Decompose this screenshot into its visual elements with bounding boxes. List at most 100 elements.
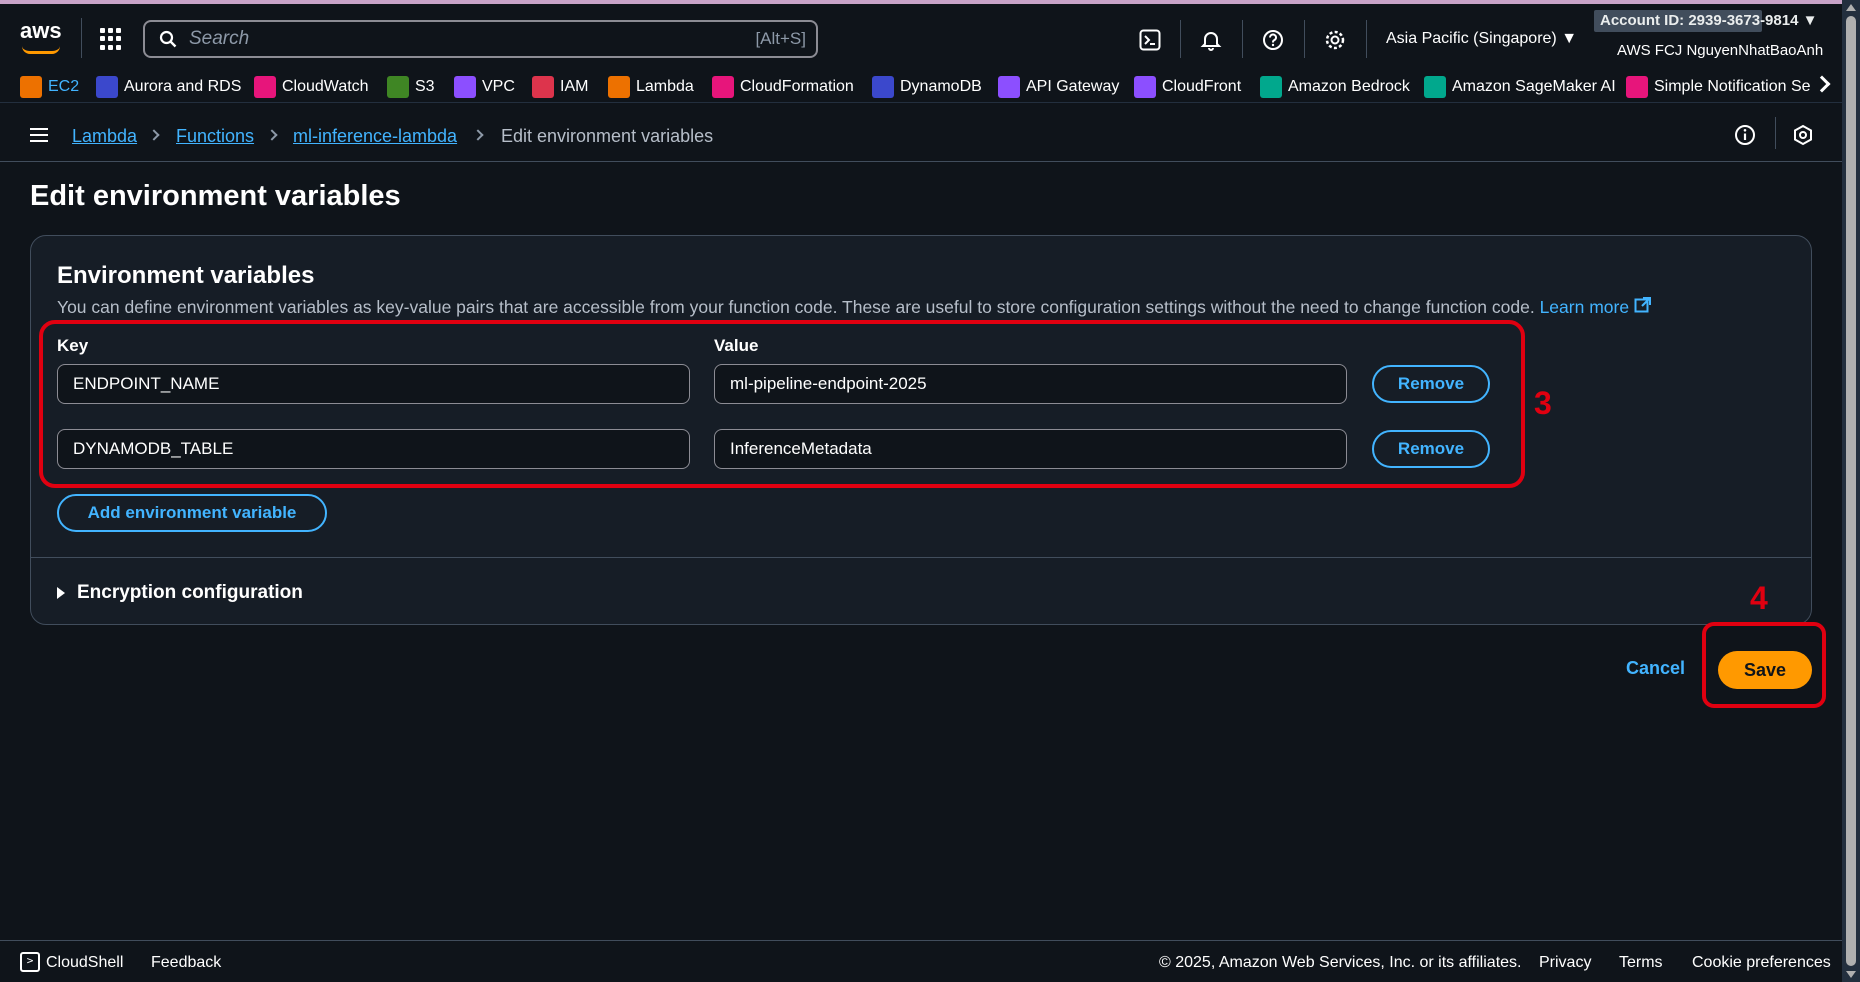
favorite-cloudformation[interactable]: CloudFormation [712, 76, 854, 98]
favorite-label: Lambda [636, 78, 694, 95]
annotation-number-4: 4 [1750, 580, 1768, 616]
external-link-icon [1634, 297, 1651, 313]
favorite-label: DynamoDB [900, 78, 982, 95]
footer: > CloudShell Feedback © 2025, Amazon Web… [0, 940, 1842, 982]
chevron-right-icon [472, 129, 484, 141]
scroll-down-icon[interactable] [1846, 971, 1856, 978]
breadcrumb-lambda[interactable]: Lambda [72, 126, 137, 147]
chevron-right-icon [148, 129, 160, 141]
breadcrumb-current: Edit environment variables [501, 126, 714, 146]
breadcrumb-bar: Lambda Functions ml-inference-lambda Edi… [0, 102, 1842, 162]
favorite-cloudwatch[interactable]: CloudWatch [254, 76, 369, 98]
cloudshell-link[interactable]: CloudShell [46, 954, 123, 972]
learn-more-label: Learn more [1539, 297, 1630, 317]
copyright-text: © 2025, Amazon Web Services, Inc. or its… [1159, 954, 1522, 971]
search-input[interactable] [189, 28, 689, 50]
favorite-iam[interactable]: IAM [532, 76, 588, 98]
favorite-sns[interactable]: Simple Notification Se [1626, 76, 1811, 98]
favorite-label: Amazon SageMaker AI [1452, 78, 1616, 95]
annotation-number-3: 3 [1534, 385, 1552, 421]
page-title: Edit environment variables [30, 180, 401, 212]
encryption-configuration-toggle[interactable]: Encryption configuration [57, 582, 303, 604]
cloudshell-icon[interactable]: > [20, 952, 40, 972]
favorite-label: CloudFormation [740, 78, 854, 95]
favorite-label: EC2 [48, 78, 80, 95]
divider [1775, 117, 1776, 149]
favorite-label: S3 [415, 78, 435, 95]
sagemaker-icon [1424, 76, 1446, 98]
scroll-thumb[interactable] [1846, 16, 1856, 966]
favorite-api-gateway[interactable]: API Gateway [998, 76, 1119, 98]
divider [1180, 20, 1181, 58]
region-selector[interactable]: Asia Pacific (Singapore) ▼ [1386, 30, 1577, 48]
caret-right-icon [57, 587, 65, 599]
cloudshell-icon[interactable] [1136, 26, 1164, 54]
panel-description: You can define environment variables as … [57, 297, 1652, 318]
cookie-preferences-link[interactable]: Cookie preferences [1692, 954, 1831, 972]
favorites-bar: EC2 Aurora and RDS CloudWatch S3 VPC IAM… [0, 72, 1842, 102]
services-grid-icon[interactable] [100, 28, 122, 50]
annotation-box-step-3 [39, 320, 1525, 488]
favorite-aurora-rds[interactable]: Aurora and RDS [96, 76, 241, 98]
feedback-link[interactable]: Feedback [151, 954, 221, 972]
breadcrumb-function-name[interactable]: ml-inference-lambda [293, 126, 457, 147]
favorite-label: CloudFront [1162, 78, 1242, 95]
learn-more-link[interactable]: Learn more [1540, 297, 1652, 317]
user-name[interactable]: AWS FCJ NguyenNhatBaoAnh [1617, 42, 1823, 59]
terms-link[interactable]: Terms [1619, 954, 1663, 972]
search-icon [159, 30, 177, 48]
annotation-box-step-4 [1702, 622, 1826, 708]
favorite-label: API Gateway [1026, 78, 1120, 95]
panel-title: Environment variables [57, 262, 315, 289]
favorite-dynamodb[interactable]: DynamoDB [872, 76, 982, 98]
add-environment-variable-button[interactable]: Add environment variable [57, 494, 327, 532]
favorite-label: IAM [560, 78, 589, 95]
vertical-scrollbar[interactable] [1842, 0, 1860, 982]
favorite-label: VPC [482, 78, 515, 95]
help-icon[interactable] [1259, 26, 1287, 54]
dynamodb-icon [872, 76, 894, 98]
divider [1242, 20, 1243, 58]
account-id-badge[interactable]: Account ID: 2939-3673-9814 ▼ [1594, 10, 1817, 32]
divider [81, 18, 82, 58]
iam-icon [532, 76, 554, 98]
description-text: You can define environment variables as … [57, 297, 1535, 317]
bedrock-icon [1260, 76, 1282, 98]
info-icon[interactable] [1734, 124, 1756, 146]
divider [31, 557, 1811, 558]
favorite-lambda[interactable]: Lambda [608, 76, 694, 98]
search-shortcut: [Alt+S] [755, 29, 806, 48]
aws-logo-text: aws [20, 18, 62, 43]
favorite-vpc[interactable]: VPC [454, 76, 515, 98]
top-navigation: aws [Alt+S] Asia Pacific (Singapore) ▼ A… [0, 0, 1860, 72]
search-box[interactable]: [Alt+S] [143, 20, 818, 58]
api-gateway-icon [998, 76, 1020, 98]
favorite-bedrock[interactable]: Amazon Bedrock [1260, 76, 1410, 98]
divider [1304, 20, 1305, 58]
favorite-cloudfront[interactable]: CloudFront [1134, 76, 1241, 98]
favorite-s3[interactable]: S3 [387, 76, 435, 98]
settings-hexagon-icon[interactable] [1792, 124, 1814, 146]
favorite-ec2[interactable]: EC2 [20, 76, 79, 98]
sns-icon [1626, 76, 1648, 98]
favorite-sagemaker[interactable]: Amazon SageMaker AI [1424, 76, 1616, 98]
favorite-label: Aurora and RDS [124, 78, 242, 95]
favorite-label: Simple Notification Se [1654, 78, 1811, 95]
favorite-label: CloudWatch [282, 78, 369, 95]
vpc-icon [454, 76, 476, 98]
divider [1366, 20, 1367, 58]
cancel-button[interactable]: Cancel [1626, 658, 1685, 679]
aws-logo[interactable]: aws [20, 18, 62, 58]
rds-icon [96, 76, 118, 98]
scroll-up-icon[interactable] [1846, 4, 1856, 11]
ec2-icon [20, 76, 42, 98]
cloudwatch-icon [254, 76, 276, 98]
bell-icon[interactable] [1197, 26, 1225, 54]
menu-icon[interactable] [30, 128, 48, 142]
breadcrumb-functions[interactable]: Functions [176, 126, 254, 147]
encryption-label: Encryption configuration [77, 582, 303, 603]
gear-icon[interactable] [1321, 26, 1349, 54]
privacy-link[interactable]: Privacy [1539, 954, 1591, 972]
cloudformation-icon [712, 76, 734, 98]
aws-smile-icon [22, 46, 60, 54]
